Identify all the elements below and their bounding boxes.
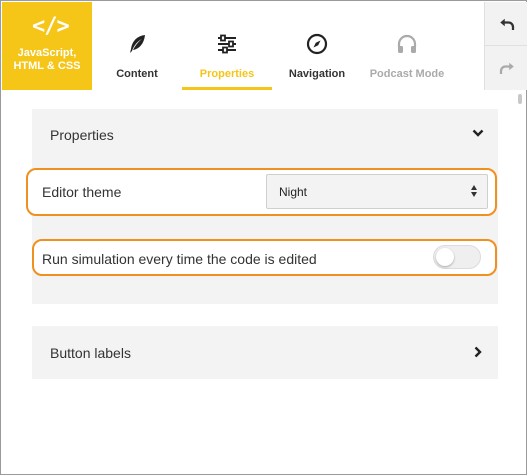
redo-icon [499,62,514,74]
app-window: </> JavaScript, HTML & CSS Content Prope… [0,0,527,475]
button-labels-section-header[interactable]: Button labels [32,326,498,378]
compass-icon [306,33,328,55]
editor-theme-value: Night [279,185,308,199]
undo-button[interactable] [485,2,527,46]
button-labels-section: Button labels [32,326,498,379]
tab-properties[interactable]: Properties [182,2,272,90]
sliders-icon [218,34,236,54]
headphones-icon [397,34,417,53]
run-simulation-row: Run simulation every time the code is ed… [32,239,497,276]
properties-section-header[interactable]: Properties [32,109,498,161]
feather-icon [130,35,145,53]
app-logo: </> JavaScript, HTML & CSS [2,2,92,90]
tab-properties-label: Properties [199,68,255,80]
top-tabs: Content Properties Navigation Podcast Mo… [92,2,484,90]
tab-podcast-mode-label: Podcast Mode [369,68,445,80]
run-simulation-toggle[interactable] [433,245,481,269]
editor-theme-label: Editor theme [42,184,122,200]
toggle-knob [436,248,454,266]
redo-button[interactable] [485,46,527,90]
logo-text: JavaScript, HTML & CSS [2,47,92,73]
tab-content[interactable]: Content [92,2,182,90]
tab-navigation[interactable]: Navigation [272,2,362,90]
logo-line-1: JavaScript, [17,47,77,59]
tab-content-label: Content [116,68,158,80]
code-icon: </> [32,14,70,39]
active-tab-indicator [182,87,272,90]
history-toolbar [484,2,527,90]
run-simulation-label: Run simulation every time the code is ed… [42,251,317,267]
scrollbar-thumb[interactable] [518,94,522,104]
chevron-down-icon [472,129,484,137]
editor-theme-row: Editor theme Night [26,168,497,216]
undo-icon [499,18,514,30]
tab-navigation-label: Navigation [288,68,346,80]
properties-section-title: Properties [50,127,114,143]
tab-podcast-mode[interactable]: Podcast Mode [362,2,452,90]
editor-theme-select[interactable]: Night [266,174,488,209]
logo-line-2: HTML & CSS [13,60,81,72]
chevron-right-icon [474,346,482,358]
select-arrows-icon [471,185,477,197]
button-labels-section-title: Button labels [50,345,131,361]
